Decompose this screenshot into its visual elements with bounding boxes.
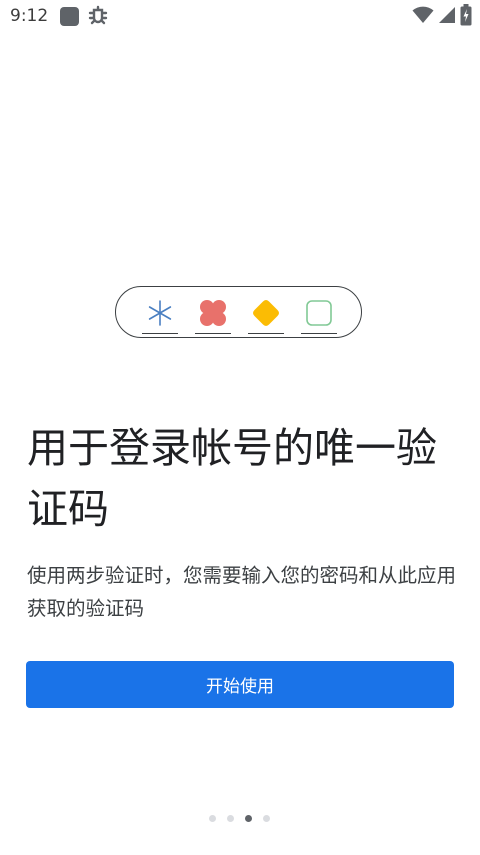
status-time: 9:12 bbox=[10, 6, 49, 26]
battery-charging-icon bbox=[460, 4, 472, 30]
verification-code-illustration bbox=[115, 286, 362, 338]
app-icon bbox=[60, 7, 79, 26]
code-underline bbox=[142, 332, 178, 334]
asterisk-icon bbox=[148, 300, 172, 326]
code-slot bbox=[248, 295, 284, 334]
code-slot bbox=[142, 295, 178, 334]
page-dot[interactable] bbox=[227, 815, 234, 822]
clover-icon bbox=[200, 300, 226, 326]
onboarding-title: 用于登录帐号的唯一验证码 bbox=[27, 424, 437, 533]
code-underline bbox=[301, 332, 337, 334]
page-indicator bbox=[209, 815, 270, 822]
cellular-signal-icon bbox=[438, 6, 456, 28]
page-dot[interactable] bbox=[209, 815, 216, 822]
code-underline bbox=[195, 332, 231, 334]
diamond-icon bbox=[253, 300, 279, 326]
code-slot bbox=[195, 295, 231, 334]
status-bar: 9:12 bbox=[0, 0, 480, 34]
code-slot bbox=[301, 295, 337, 334]
page-dot[interactable] bbox=[263, 815, 270, 822]
page-dot-active[interactable] bbox=[245, 815, 252, 822]
status-icons bbox=[412, 4, 472, 30]
wifi-icon bbox=[412, 6, 434, 28]
get-started-button[interactable]: 开始使用 bbox=[26, 661, 454, 708]
bug-icon bbox=[86, 4, 110, 28]
rounded-square-icon bbox=[306, 300, 332, 326]
code-underline bbox=[248, 332, 284, 334]
onboarding-description: 使用两步验证时，您需要输入您的密码和从此应用获取的验证码 bbox=[27, 564, 457, 620]
